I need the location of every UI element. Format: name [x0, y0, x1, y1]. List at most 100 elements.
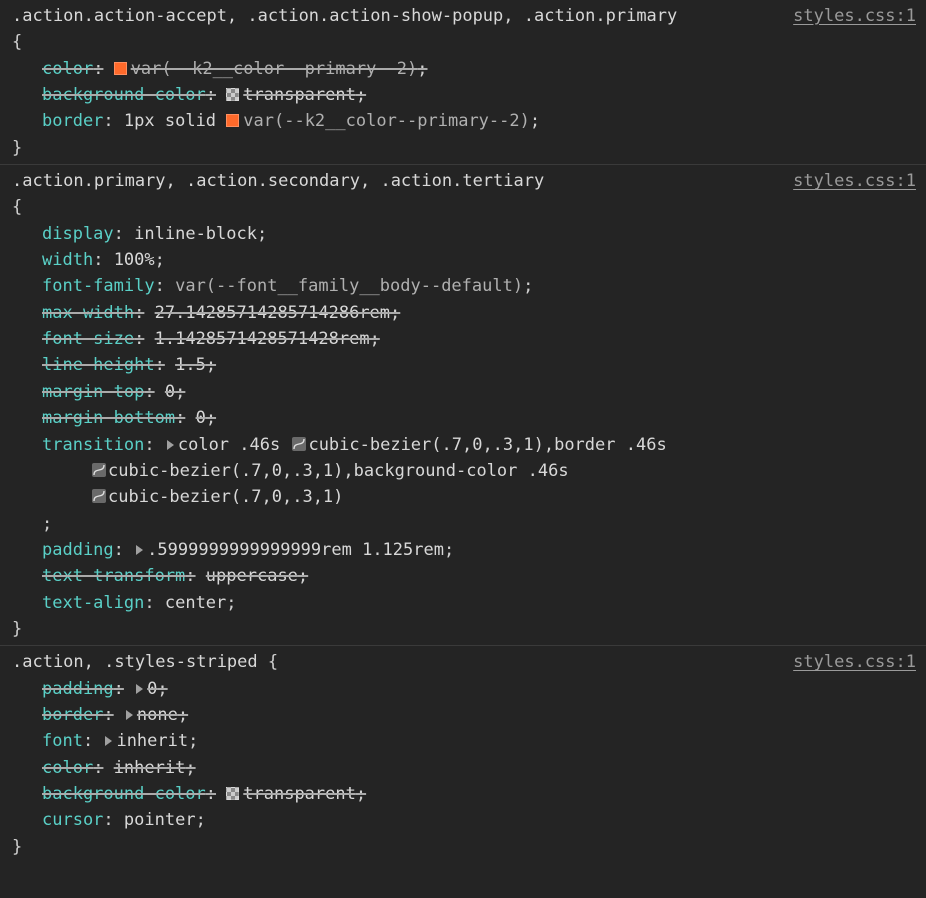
css-value[interactable]: var(--font__family__body--default)	[175, 276, 523, 296]
css-value-text[interactable]: var(--k2__color--primary--2)	[131, 59, 418, 79]
color-swatch[interactable]	[226, 787, 239, 800]
css-value-text[interactable]: .5999999999999999rem 1.125rem	[147, 540, 444, 560]
css-property[interactable]: display	[42, 224, 114, 244]
css-property[interactable]: text-align	[42, 593, 144, 613]
css-declaration[interactable]: cursor: pointer;	[42, 807, 916, 833]
expand-shorthand-icon[interactable]	[126, 710, 133, 720]
css-declaration[interactable]: text-transform: uppercase;	[42, 563, 916, 589]
css-property[interactable]: max-width	[42, 303, 134, 323]
css-property[interactable]: font-family	[42, 276, 155, 296]
css-declaration[interactable]: padding: 0;	[42, 676, 916, 702]
css-declaration[interactable]: line-height: 1.5;	[42, 352, 916, 378]
expand-shorthand-icon[interactable]	[136, 684, 143, 694]
css-value[interactable]: center	[165, 593, 226, 613]
css-declaration[interactable]: background-color: transparent;	[42, 82, 916, 108]
cubic-bezier-icon[interactable]	[92, 463, 106, 477]
css-declaration[interactable]: color: var(--k2__color--primary--2);	[42, 56, 916, 82]
css-value-text[interactable]: center	[165, 593, 226, 613]
css-property[interactable]: color	[42, 758, 93, 778]
css-value-text[interactable]: cubic-bezier(.7,0,.3,1),border .46s	[308, 435, 666, 455]
source-link[interactable]: styles.css:1	[793, 649, 916, 675]
css-value-text[interactable]: 1px solid	[124, 111, 226, 131]
css-value-text[interactable]: 27.14285714285714286rem	[155, 303, 390, 323]
expand-shorthand-icon[interactable]	[105, 736, 112, 746]
source-link[interactable]: styles.css:1	[793, 168, 916, 194]
css-declaration[interactable]: max-width: 27.14285714285714286rem;	[42, 300, 916, 326]
source-link[interactable]: styles.css:1	[793, 3, 916, 29]
css-declaration[interactable]: text-align: center;	[42, 590, 916, 616]
css-declaration[interactable]: background-color: transparent;	[42, 781, 916, 807]
css-property[interactable]: cursor	[42, 810, 103, 830]
css-property[interactable]: transition	[42, 435, 144, 455]
css-value-text[interactable]: cubic-bezier(.7,0,.3,1),background-color…	[108, 461, 569, 481]
css-value[interactable]: 27.14285714285714286rem	[155, 303, 390, 323]
css-value[interactable]: none	[124, 705, 178, 725]
cubic-bezier-icon[interactable]	[92, 489, 106, 503]
css-declaration[interactable]: font-family: var(--font__family__body--d…	[42, 273, 916, 299]
css-value[interactable]: uppercase	[206, 566, 298, 586]
css-value-text[interactable]: 100%	[114, 250, 155, 270]
css-value[interactable]: 0	[196, 408, 206, 428]
css-value[interactable]: var(--k2__color--primary--2)	[114, 59, 418, 79]
css-declaration[interactable]: border: 1px solid var(--k2__color--prima…	[42, 108, 916, 134]
css-value[interactable]: color .46s cubic-bezier(.7,0,.3,1),borde…	[165, 435, 667, 455]
css-value-text[interactable]: color .46s	[178, 435, 291, 455]
css-value-text[interactable]: pointer	[124, 810, 196, 830]
css-property[interactable]: margin-bottom	[42, 408, 175, 428]
css-property[interactable]: font	[42, 731, 83, 751]
css-property[interactable]: background-color	[42, 85, 206, 105]
css-value-text[interactable]: 1.1428571428571428rem	[155, 329, 370, 349]
css-declaration[interactable]: display: inline-block;	[42, 221, 916, 247]
css-value[interactable]: 1px solid var(--k2__color--primary--2)	[124, 111, 530, 131]
color-swatch[interactable]	[226, 114, 239, 127]
css-value[interactable]: pointer	[124, 810, 196, 830]
css-value-text[interactable]: 0	[165, 382, 175, 402]
css-value[interactable]: 1.5	[175, 355, 206, 375]
css-value[interactable]: 0	[134, 679, 157, 699]
css-declaration[interactable]: margin-bottom: 0;	[42, 405, 916, 431]
css-value[interactable]: transparent	[226, 784, 356, 804]
css-value-text[interactable]: 0	[196, 408, 206, 428]
cubic-bezier-icon[interactable]	[292, 437, 306, 451]
css-property[interactable]: color	[42, 59, 93, 79]
css-value[interactable]: 1.1428571428571428rem	[155, 329, 370, 349]
css-value-text[interactable]: 1.5	[175, 355, 206, 375]
css-property[interactable]: padding	[42, 540, 114, 560]
css-property[interactable]: width	[42, 250, 93, 270]
css-value-text[interactable]: var(--k2__color--primary--2)	[243, 111, 530, 131]
css-property[interactable]: text-transform	[42, 566, 185, 586]
css-value[interactable]: inherit	[114, 758, 186, 778]
css-value[interactable]: 100%	[114, 250, 155, 270]
css-value-text[interactable]: inherit	[114, 758, 186, 778]
css-declaration[interactable]: width: 100%;	[42, 247, 916, 273]
css-declaration[interactable]: color: inherit;	[42, 755, 916, 781]
css-value[interactable]: .5999999999999999rem 1.125rem	[134, 540, 444, 560]
css-property[interactable]: margin-top	[42, 382, 144, 402]
expand-shorthand-icon[interactable]	[136, 545, 143, 555]
css-value-text[interactable]: var(--font__family__body--default)	[175, 276, 523, 296]
css-value[interactable]: transparent	[226, 85, 356, 105]
css-selector[interactable]: .action.primary, .action.secondary, .act…	[12, 168, 773, 221]
css-declaration[interactable]: margin-top: 0;	[42, 379, 916, 405]
css-value[interactable]: 0	[165, 382, 175, 402]
css-selector[interactable]: .action.action-accept, .action.action-sh…	[12, 3, 773, 56]
css-property[interactable]: background-color	[42, 784, 206, 804]
css-value-text[interactable]: cubic-bezier(.7,0,.3,1)	[108, 487, 343, 507]
css-declaration[interactable]: border: none;	[42, 702, 916, 728]
css-property[interactable]: padding	[42, 679, 114, 699]
css-selector[interactable]: .action, .styles-striped {	[12, 649, 773, 675]
css-declaration[interactable]: font-size: 1.1428571428571428rem;	[42, 326, 916, 352]
css-property[interactable]: border	[42, 705, 103, 725]
css-property[interactable]: line-height	[42, 355, 155, 375]
css-property[interactable]: border	[42, 111, 103, 131]
css-value-text[interactable]: 0	[147, 679, 157, 699]
expand-shorthand-icon[interactable]	[167, 440, 174, 450]
css-value-text[interactable]: inline-block	[134, 224, 257, 244]
color-swatch[interactable]	[114, 62, 127, 75]
css-value[interactable]: inherit	[103, 731, 188, 751]
css-declaration[interactable]: transition: color .46s cubic-bezier(.7,0…	[42, 432, 916, 537]
css-value-text[interactable]: transparent	[243, 784, 356, 804]
css-value-text[interactable]: uppercase	[206, 566, 298, 586]
css-property[interactable]: font-size	[42, 329, 134, 349]
color-swatch[interactable]	[226, 88, 239, 101]
